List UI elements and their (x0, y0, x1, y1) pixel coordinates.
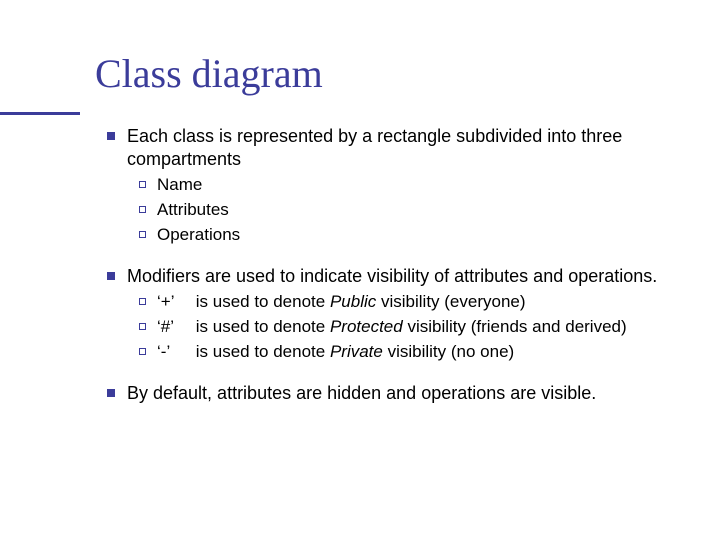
slide: Class diagram Each class is represented … (0, 0, 720, 540)
mod-post: visibility (friends and derived) (407, 317, 626, 336)
sub-item: Attributes (127, 199, 660, 222)
sub-list: Name Attributes Operations (127, 174, 660, 247)
bullet-text: By default, attributes are hidden and op… (127, 383, 596, 403)
sub-item: ‘#’ is used to denote Protected visibili… (127, 316, 660, 339)
mod-kind: Public (330, 292, 381, 311)
sub-item: Operations (127, 224, 660, 247)
sub-list: ‘+’ is used to denote Public visibility … (127, 291, 660, 364)
sub-item: Name (127, 174, 660, 197)
mod-symbol: ‘+’ (157, 291, 191, 314)
mod-kind: Private (330, 342, 388, 361)
bullet-list: Each class is represented by a rectangle… (95, 125, 660, 405)
mod-symbol: ‘#’ (157, 316, 191, 339)
mod-post: visibility (everyone) (381, 292, 526, 311)
bullet-defaults: By default, attributes are hidden and op… (95, 382, 660, 405)
mod-post: visibility (no one) (388, 342, 515, 361)
slide-title: Class diagram (95, 50, 660, 97)
bullet-compartments: Each class is represented by a rectangle… (95, 125, 660, 247)
mod-pre: is used to denote (196, 342, 330, 361)
bullet-modifiers: Modifiers are used to indicate visibilit… (95, 265, 660, 364)
bullet-text: Modifiers are used to indicate visibilit… (127, 266, 657, 286)
mod-pre: is used to denote (196, 317, 330, 336)
mod-pre: is used to denote (196, 292, 330, 311)
mod-symbol: ‘-’ (157, 341, 191, 364)
sub-item: ‘+’ is used to denote Public visibility … (127, 291, 660, 314)
bullet-text: Each class is represented by a rectangle… (127, 126, 622, 169)
sub-item: ‘-’ is used to denote Private visibility… (127, 341, 660, 364)
title-rule (0, 112, 80, 115)
mod-kind: Protected (330, 317, 408, 336)
